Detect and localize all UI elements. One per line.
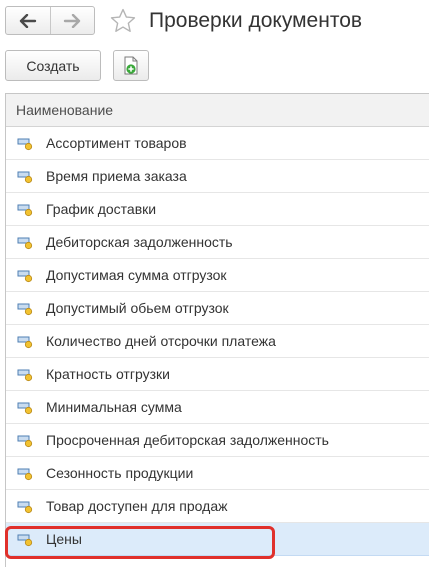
star-icon bbox=[110, 8, 136, 32]
table-row[interactable]: Минимальная сумма bbox=[6, 391, 429, 424]
row-name: Допустимая сумма отгрузок bbox=[46, 267, 227, 283]
catalog-item-icon bbox=[17, 336, 33, 349]
catalog-item-icon bbox=[17, 171, 33, 184]
table-row[interactable]: Ассортимент товаров bbox=[6, 127, 429, 160]
catalog-item-icon bbox=[17, 534, 33, 547]
row-name: Кратность отгрузки bbox=[46, 366, 170, 382]
catalog-item-icon bbox=[17, 369, 33, 382]
table-row[interactable]: Время приема заказа bbox=[6, 160, 429, 193]
row-name: Допустимый обьем отгрузок bbox=[46, 300, 229, 316]
document-add-icon bbox=[124, 56, 138, 74]
favorite-button[interactable] bbox=[108, 6, 138, 36]
catalog-item-icon bbox=[17, 204, 33, 217]
row-name: Сезонность продукции bbox=[46, 465, 194, 481]
catalog-item-icon bbox=[17, 270, 33, 283]
row-name: Дебиторская задолженность bbox=[46, 234, 233, 250]
row-name: Минимальная сумма bbox=[46, 399, 182, 415]
table-row[interactable]: Цены bbox=[6, 523, 429, 556]
catalog-item-icon bbox=[17, 138, 33, 151]
catalog-item-icon bbox=[17, 237, 33, 250]
table-body: Ассортимент товаров Время приема заказа Гр… bbox=[6, 127, 429, 556]
table-row[interactable]: Дебиторская задолженность bbox=[6, 226, 429, 259]
arrow-left-icon bbox=[19, 13, 36, 28]
create-button[interactable]: Создать bbox=[5, 50, 101, 81]
catalog-item-icon bbox=[17, 303, 33, 316]
row-name: Товар доступен для продаж bbox=[46, 498, 228, 514]
catalog-item-icon bbox=[17, 468, 33, 481]
row-name: Количество дней отсрочки платежа bbox=[46, 333, 276, 349]
navigation-buttons bbox=[5, 6, 95, 35]
row-name: Ассортимент товаров bbox=[46, 135, 187, 151]
forward-button[interactable] bbox=[49, 7, 95, 34]
table-row[interactable]: Кратность отгрузки bbox=[6, 358, 429, 391]
documents-table: Наименование Ассортимент товаров Время пр… bbox=[5, 93, 429, 567]
back-button[interactable] bbox=[6, 7, 50, 34]
arrow-right-icon bbox=[64, 13, 81, 28]
header-bar: Проверки документов bbox=[0, 0, 429, 44]
page-title: Проверки документов bbox=[149, 9, 363, 32]
row-name: График доставки bbox=[46, 201, 157, 217]
table-row[interactable]: Сезонность продукции bbox=[6, 457, 429, 490]
catalog-item-icon bbox=[17, 402, 33, 415]
row-name: Просроченная дебиторская задолженность bbox=[46, 432, 329, 448]
table-row[interactable]: Просроченная дебиторская задолженность bbox=[6, 424, 429, 457]
column-header-name[interactable]: Наименование bbox=[6, 94, 429, 127]
table-row[interactable]: Товар доступен для продаж bbox=[6, 490, 429, 523]
add-document-button[interactable] bbox=[113, 50, 149, 81]
row-name: Цены bbox=[46, 531, 82, 547]
table-row[interactable]: Допустимая сумма отгрузок bbox=[6, 259, 429, 292]
catalog-item-icon bbox=[17, 501, 33, 514]
table-row[interactable]: Количество дней отсрочки платежа bbox=[6, 325, 429, 358]
catalog-item-icon bbox=[17, 435, 33, 448]
table-row[interactable]: График доставки bbox=[6, 193, 429, 226]
row-name: Время приема заказа bbox=[46, 168, 187, 184]
table-row[interactable]: Допустимый обьем отгрузок bbox=[6, 292, 429, 325]
